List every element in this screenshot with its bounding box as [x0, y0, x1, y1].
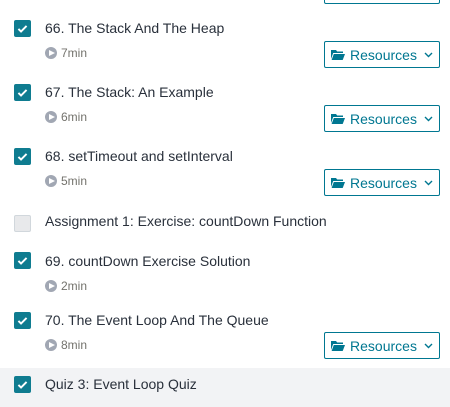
lecture-duration: 5min — [45, 174, 87, 188]
quiz-item[interactable]: Quiz 3: Event Loop Quiz — [0, 368, 450, 407]
chevron-down-icon — [424, 116, 433, 121]
check-icon — [17, 25, 28, 33]
duration-text: 5min — [61, 174, 88, 188]
folder-open-icon — [331, 178, 346, 188]
chevron-down-icon — [424, 52, 433, 57]
folder-open-icon — [331, 114, 346, 124]
lecture-title: 68. setTimeout and setInterval — [45, 148, 233, 164]
completion-checkbox[interactable] — [14, 215, 31, 232]
lecture-title: 67. The Stack: An Example — [45, 84, 214, 100]
lecture-duration: 2min — [45, 279, 87, 293]
lecture-item[interactable]: 69. countDown Exercise Solution 2min — [0, 244, 450, 304]
play-circle-icon — [45, 175, 57, 187]
lecture-duration: 6min — [45, 110, 87, 124]
folder-open-icon — [331, 50, 346, 60]
duration-text: 6min — [61, 110, 88, 124]
chevron-down-icon — [424, 343, 433, 348]
resources-label: Resources — [350, 46, 417, 63]
duration-text: 2min — [61, 279, 88, 293]
lecture-item[interactable]: 68. setTimeout and setInterval 5min Reso… — [0, 128, 450, 196]
lecture-list: 66. The Stack And The Heap 7min Resource… — [0, 0, 450, 407]
play-circle-icon — [45, 339, 57, 351]
completion-checkbox[interactable] — [14, 84, 31, 101]
play-circle-icon — [45, 280, 57, 292]
resources-label: Resources — [350, 110, 417, 127]
duration-text: 8min — [61, 338, 88, 352]
completion-checkbox[interactable] — [14, 148, 31, 165]
lecture-duration: 8min — [45, 338, 87, 352]
completion-checkbox[interactable] — [14, 376, 31, 393]
completion-checkbox[interactable] — [14, 312, 31, 329]
check-icon — [17, 381, 28, 389]
resources-label: Resources — [350, 174, 417, 191]
play-circle-icon — [45, 47, 57, 59]
folder-open-icon — [331, 341, 346, 351]
quiz-title: Quiz 3: Event Loop Quiz — [45, 376, 197, 392]
resources-label: Resources — [350, 337, 417, 354]
lecture-title: 70. The Event Loop And The Queue — [45, 312, 269, 328]
check-icon — [17, 257, 28, 265]
completion-checkbox[interactable] — [14, 252, 31, 269]
lecture-item[interactable]: 66. The Stack And The Heap 7min Resource… — [0, 0, 450, 68]
assignment-title: Assignment 1: Exercise: countDown Functi… — [45, 213, 327, 229]
assignment-item[interactable]: Assignment 1: Exercise: countDown Functi… — [0, 192, 450, 244]
lecture-item[interactable]: 67. The Stack: An Example 6min Resources — [0, 64, 450, 132]
check-icon — [17, 317, 28, 325]
lecture-title: 66. The Stack And The Heap — [45, 20, 225, 36]
check-icon — [17, 89, 28, 97]
play-circle-icon — [45, 111, 57, 123]
lecture-item[interactable]: 70. The Event Loop And The Queue 8min Re… — [0, 304, 450, 368]
duration-text: 7min — [61, 46, 88, 60]
resources-button[interactable]: Resources — [324, 332, 440, 359]
check-icon — [17, 153, 28, 161]
completion-checkbox[interactable] — [14, 20, 31, 37]
lecture-duration: 7min — [45, 46, 87, 60]
lecture-title: 69. countDown Exercise Solution — [45, 253, 251, 269]
chevron-down-icon — [424, 180, 433, 185]
